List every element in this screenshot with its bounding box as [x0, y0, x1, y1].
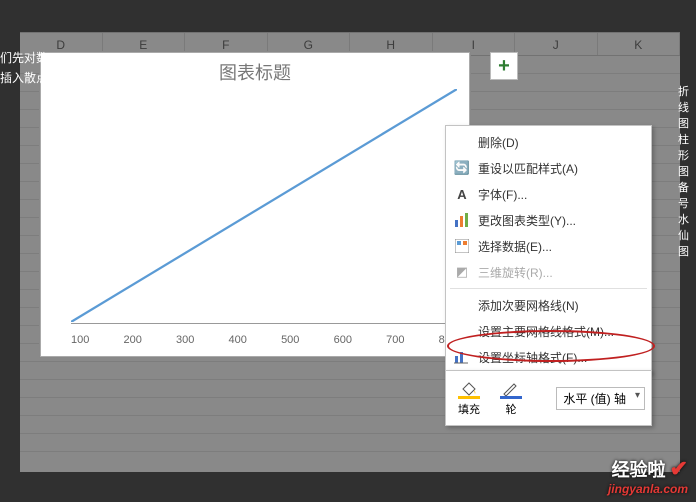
menu-delete[interactable]: 删除(D) — [446, 129, 651, 155]
axis-selector-dropdown[interactable]: 水平 (值) 轴 — [556, 387, 645, 410]
chart-title[interactable]: 图表标题 — [41, 53, 469, 87]
axis-selector-value: 水平 (值) 轴 — [563, 392, 626, 406]
menu-add-minor-gridlines[interactable]: 添加次要网格线(N) — [446, 292, 651, 318]
menu-label: 重设以匹配样式(A) — [478, 160, 578, 177]
menu-change-chart-type[interactable]: 更改图表类型(Y)... — [446, 207, 651, 233]
menu-label: 设置主要网格线格式(M)... — [478, 323, 614, 340]
tick-label: 200 — [124, 334, 142, 346]
watermark: 经验啦 ✔ jingyanla.com — [608, 456, 688, 496]
reset-icon: 🔄 — [452, 158, 472, 178]
x-axis-ticks[interactable]: 100 200 300 400 500 600 700 800 — [71, 334, 457, 346]
menu-select-data[interactable]: 选择数据(E)... — [446, 233, 651, 259]
outline-label: 轮 — [506, 401, 517, 417]
outline-color-button[interactable]: 轮 — [494, 377, 528, 419]
embedded-chart[interactable]: 图表标题 100 200 300 400 500 600 700 800 — [40, 52, 470, 357]
menu-label: 删除(D) — [478, 134, 519, 151]
watermark-brand: 经验啦 — [612, 456, 666, 482]
chart-type-icon — [452, 210, 472, 230]
col-header[interactable]: K — [598, 33, 681, 55]
plus-icon: + — [498, 55, 510, 78]
instruction-text: 们先对数 插入散点 — [0, 48, 48, 88]
fill-color-button[interactable]: 填充 — [452, 377, 486, 419]
menu-major-gridline-format[interactable]: 设置主要网格线格式(M)... — [446, 318, 651, 344]
menu-label: 字体(F)... — [478, 186, 527, 203]
tick-label: 700 — [386, 334, 404, 346]
tick-label: 500 — [281, 334, 299, 346]
menu-label: 添加次要网格线(N) — [478, 297, 579, 314]
col-header[interactable]: J — [515, 33, 598, 55]
check-icon: ✔ — [670, 456, 688, 482]
tick-label: 100 — [71, 334, 89, 346]
blank-icon — [452, 295, 472, 315]
menu-3d-rotate: ◩ 三维旋转(R)... — [446, 259, 651, 285]
menu-label: 三维旋转(R)... — [478, 264, 553, 281]
menu-label: 更改图表类型(Y)... — [478, 212, 576, 229]
right-panel-hints: 折线图 柱形图 备号 水仙图 — [678, 84, 696, 260]
context-menu: 删除(D) 🔄 重设以匹配样式(A) A 字体(F)... 更改图表类型(Y).… — [445, 125, 652, 374]
font-icon: A — [452, 184, 472, 204]
axis-format-icon — [452, 347, 472, 367]
chart-plot-area[interactable] — [71, 89, 457, 322]
blank-icon — [452, 132, 472, 152]
mini-toolbar: 填充 轮 水平 (值) 轴 — [445, 370, 652, 426]
watermark-url: jingyanla.com — [608, 482, 688, 496]
menu-label: 选择数据(E)... — [478, 238, 552, 255]
menu-separator — [450, 288, 647, 289]
blank-icon — [452, 321, 472, 341]
fill-label: 填充 — [458, 401, 480, 417]
menu-label: 设置坐标轴格式(F)... — [478, 349, 587, 366]
tick-label: 600 — [334, 334, 352, 346]
menu-font[interactable]: A 字体(F)... — [446, 181, 651, 207]
x-axis-line[interactable] — [71, 323, 457, 324]
tick-label: 300 — [176, 334, 194, 346]
tick-label: 400 — [229, 334, 247, 346]
menu-reset-style[interactable]: 🔄 重设以匹配样式(A) — [446, 155, 651, 181]
pen-icon — [498, 379, 524, 399]
menu-axis-format[interactable]: 设置坐标轴格式(F)... — [446, 344, 651, 370]
select-data-icon — [452, 236, 472, 256]
fill-bucket-icon — [456, 379, 482, 399]
chart-series-line — [71, 89, 457, 322]
rotate-3d-icon: ◩ — [452, 262, 472, 282]
chart-elements-button[interactable]: + — [490, 52, 518, 80]
